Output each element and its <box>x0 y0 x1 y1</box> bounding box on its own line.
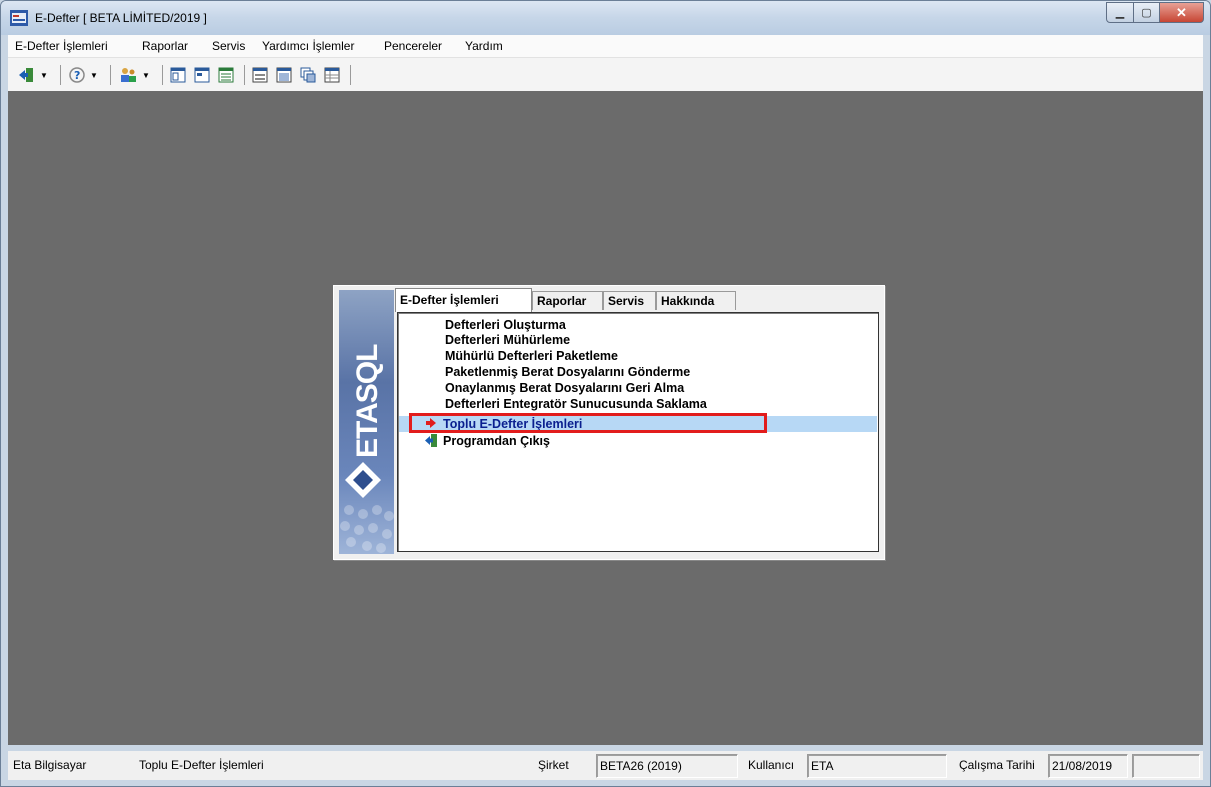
help-tool-button[interactable]: ? ▼ <box>68 66 98 84</box>
menu-yardimci-islemler[interactable]: Yardımcı İşlemler <box>262 39 354 53</box>
window-title: E-Defter [ BETA LİMİTED/2019 ] <box>35 11 207 25</box>
exit-icon <box>425 434 437 447</box>
dropdown-arrow-icon[interactable]: ▼ <box>90 71 98 80</box>
status-user-value: ETA <box>807 754 947 778</box>
menu-item-list: Defterleri Oluşturma Defterleri Mühürlem… <box>397 312 879 552</box>
cascade-icon <box>300 67 316 83</box>
close-button[interactable]: ✕ <box>1160 2 1204 23</box>
users-icon <box>121 68 136 82</box>
toolbar: ▼ ? ▼ ▼ <box>8 58 1203 92</box>
menu-edefter-islemleri[interactable]: E-Defter İşlemleri <box>15 39 108 53</box>
dropdown-arrow-icon[interactable]: ▼ <box>40 71 48 80</box>
report-icon <box>276 67 292 83</box>
window-icon <box>170 67 186 83</box>
status-user-label: Kullanıcı <box>748 758 795 772</box>
list-item-defterleri-olusturma[interactable]: Defterleri Oluşturma <box>445 318 566 332</box>
status-bar: Eta Bilgisayar Toplu E-Defter İşlemleri … <box>8 751 1203 780</box>
menu-bar: E-Defter İşlemleri Raporlar Servis Yardı… <box>8 35 1203 58</box>
app-window: E-Defter [ BETA LİMİTED/2019 ] ▁ ▢ ✕ E-D… <box>0 0 1211 787</box>
help-icon: ? <box>69 67 85 83</box>
toolbar-separator <box>162 65 163 85</box>
menu-yardim[interactable]: Yardım <box>465 39 503 53</box>
minimize-icon: ▁ <box>1115 7 1125 19</box>
dropdown-arrow-icon[interactable]: ▼ <box>142 71 150 80</box>
programdan-cikis-label: Programdan Çıkış <box>443 434 550 448</box>
eta-logo: ETASQL <box>339 290 394 554</box>
annotation-highlight-box <box>409 413 767 433</box>
toolbar-separator <box>110 65 111 85</box>
app-icon[interactable] <box>10 10 28 26</box>
list-item-entegrator-saklama[interactable]: Defterleri Entegratör Sunucusunda Saklam… <box>445 397 707 411</box>
window-tool-button[interactable] <box>170 66 186 84</box>
tab-raporlar[interactable]: Raporlar <box>532 291 603 310</box>
status-date-label: Çalışma Tarihi <box>959 758 1035 772</box>
list-item-berat-gonderme[interactable]: Paketlenmiş Berat Dosyalarını Gönderme <box>445 365 690 379</box>
tab-servis[interactable]: Servis <box>603 291 656 310</box>
status-firm-label: Şirket <box>538 758 569 772</box>
toolbar-separator <box>244 65 245 85</box>
cascade-tool-button[interactable] <box>300 66 316 84</box>
list-item-berat-geri-alma[interactable]: Onaylanmış Berat Dosyalarını Geri Alma <box>445 381 684 395</box>
minimize-button[interactable]: ▁ <box>1106 2 1134 23</box>
status-current-action: Toplu E-Defter İşlemleri <box>139 758 264 772</box>
menu-raporlar[interactable]: Raporlar <box>142 39 188 53</box>
logo-text: ETASQL <box>351 344 384 458</box>
exit-tool-button[interactable]: ▼ <box>18 66 48 84</box>
exit-icon <box>19 68 33 82</box>
grid-tool-button[interactable] <box>324 66 340 84</box>
window-alt-tool-button[interactable] <box>194 66 210 84</box>
list-window-tool-button[interactable] <box>218 66 234 84</box>
status-date-value: 21/08/2019 <box>1048 754 1128 778</box>
status-company: Eta Bilgisayar <box>13 758 87 772</box>
tab-hakkinda[interactable]: Hakkında <box>656 291 736 310</box>
window-alt-icon <box>194 67 210 83</box>
toolbar-separator <box>60 65 61 85</box>
users-tool-button[interactable]: ▼ <box>118 66 150 84</box>
menu-pencereler[interactable]: Pencereler <box>384 39 442 53</box>
close-icon: ✕ <box>1176 4 1187 20</box>
list-item-programdan-cikis[interactable]: Programdan Çıkış <box>425 434 550 448</box>
form-icon <box>252 67 268 83</box>
tab-edefter-islemleri[interactable]: E-Defter İşlemleri <box>395 288 532 312</box>
form-tool-button[interactable] <box>252 66 268 84</box>
list-item-muhurlu-defterleri-paketleme[interactable]: Mühürlü Defterleri Paketleme <box>445 349 618 363</box>
maximize-icon: ▢ <box>1141 7 1152 19</box>
svg-text:?: ? <box>74 69 80 82</box>
list-window-icon <box>218 67 234 83</box>
status-firm-value: BETA26 (2019) <box>596 754 738 778</box>
window-controls: ▁ ▢ ✕ <box>1106 2 1204 23</box>
list-item-defterleri-muhurleme[interactable]: Defterleri Mühürleme <box>445 333 570 347</box>
grid-icon <box>324 67 340 83</box>
title-bar[interactable]: E-Defter [ BETA LİMİTED/2019 ] ▁ ▢ ✕ <box>1 1 1210 35</box>
maximize-button[interactable]: ▢ <box>1134 2 1160 23</box>
status-empty-pane <box>1132 754 1200 778</box>
menu-servis[interactable]: Servis <box>212 39 245 53</box>
toolbar-separator <box>350 65 351 85</box>
report-tool-button[interactable] <box>276 66 292 84</box>
main-menu-panel: ETASQL E-Defter İşlemleri Raporlar Servi… <box>333 285 885 560</box>
